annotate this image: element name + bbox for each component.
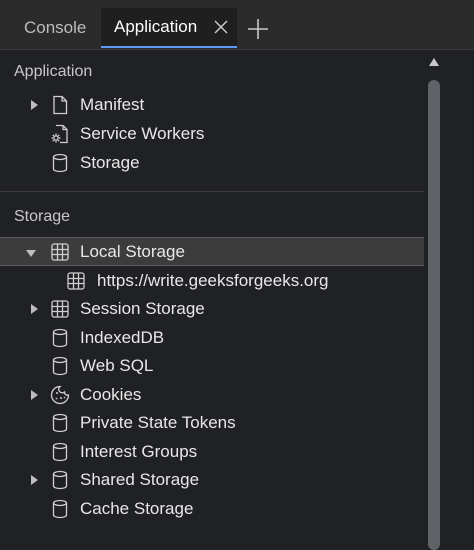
sidebar-item-web-sql[interactable]: Web SQL [0,352,424,380]
grid-icon [50,299,70,319]
plus-icon[interactable] [247,18,269,40]
tab-console-label: Console [24,18,87,37]
expand-arrow-icon[interactable] [28,99,40,111]
service-worker-icon [50,124,70,144]
sidebar-item-label: Private State Tokens [80,413,236,432]
sidebar-item-label: Storage [80,153,140,172]
sidebar-item-storage[interactable]: Storage [0,149,424,177]
sidebar-item-cache-storage[interactable]: Cache Storage [0,495,424,523]
sidebar-item-cookies[interactable]: Cookies [0,381,424,409]
application-sidebar: Application Manifest Service Workers Sto… [0,50,424,548]
sidebar-item-label: Shared Storage [80,470,200,489]
sidebar-item-session-storage[interactable]: Session Storage [0,295,424,323]
sidebar-item-local-storage[interactable]: Local Storage [0,237,424,266]
grid-icon [66,271,86,291]
sidebar-item-label: Manifest [80,95,145,114]
database-icon [50,413,70,433]
sidebar-item-label: Service Workers [80,124,205,143]
sidebar-item-local-storage-origin[interactable]: https://write.geeksforgeeks.org [0,267,424,295]
grid-icon [50,242,70,262]
expand-arrow-icon[interactable] [28,303,40,315]
right-gutter [444,50,474,548]
sidebar-item-service-workers[interactable]: Service Workers [0,120,424,148]
sidebar-item-private-state-tokens[interactable]: Private State Tokens [0,409,424,437]
sidebar-item-manifest[interactable]: Manifest [0,91,424,119]
sidebar-item-label: Cookies [80,385,142,404]
tab-console[interactable]: Console [10,8,98,48]
database-icon [50,442,70,462]
database-icon [50,153,70,173]
devtools-tab-bar: Console Application [0,0,474,50]
collapse-arrow-icon[interactable] [25,247,37,259]
sidebar-item-label: https://write.geeksforgeeks.org [97,271,329,290]
cookie-icon [50,385,70,405]
sidebar-item-indexeddb[interactable]: IndexedDB [0,324,424,352]
section-title-storage: Storage [14,208,71,225]
sidebar-item-label: Web SQL [80,356,154,375]
scroll-up-arrow-icon[interactable] [429,58,439,66]
sidebar-scrollbar[interactable] [424,50,444,550]
sidebar-item-label: Interest Groups [80,442,198,461]
close-icon[interactable] [213,19,229,35]
sidebar-item-label: Cache Storage [80,499,194,518]
expand-arrow-icon[interactable] [28,474,40,486]
sidebar-item-label: IndexedDB [80,328,165,347]
tab-application-label: Application [114,17,198,36]
database-icon [50,470,70,490]
section-divider [0,191,424,192]
database-icon [50,328,70,348]
section-title-application: Application [14,63,93,80]
sidebar-item-label: Session Storage [80,299,205,318]
database-icon [50,356,70,376]
tab-application[interactable]: Application [101,8,237,48]
sidebar-item-shared-storage[interactable]: Shared Storage [0,466,424,494]
sidebar-item-interest-groups[interactable]: Interest Groups [0,438,424,466]
expand-arrow-icon[interactable] [28,389,40,401]
database-icon [50,499,70,519]
sidebar-item-label: Local Storage [80,242,185,261]
document-icon [50,95,70,115]
scrollbar-thumb[interactable] [428,80,440,550]
